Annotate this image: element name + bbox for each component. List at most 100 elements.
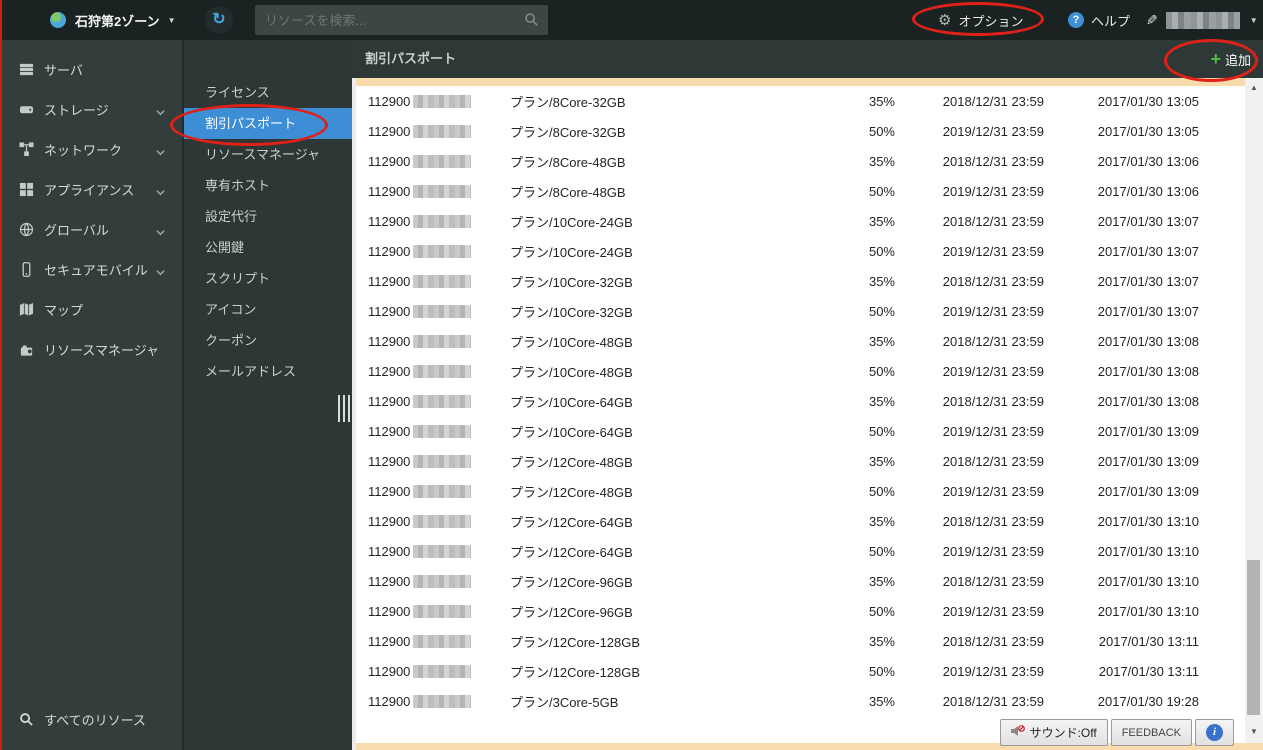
cell-created: 2017/01/30 13:06 xyxy=(1097,183,1199,199)
cell-resource-id: 112900 xyxy=(368,634,510,649)
table-row[interactable]: 112900 プラン/3Core-5GB 35% 2018/12/31 23:5… xyxy=(356,686,1245,716)
subsidebar-item[interactable]: ライセンス xyxy=(184,77,352,108)
sound-toggle-button[interactable]: サウンド:Off xyxy=(999,719,1108,746)
sound-label: サウンド:Off xyxy=(1029,726,1097,740)
scroll-down-arrow-icon[interactable]: ▼ xyxy=(1245,724,1263,740)
subsidebar-item[interactable]: メールアドレス xyxy=(184,356,352,387)
id-redacted-block xyxy=(413,694,472,708)
account-menu[interactable]: ✎ ▼ xyxy=(1146,0,1258,40)
cell-resource-id: 112900 xyxy=(368,184,510,199)
cell-expires: 2018/12/31 23:59 xyxy=(942,93,1044,109)
scroll-up-arrow-icon[interactable]: ▲ xyxy=(1245,80,1263,96)
options-button[interactable]: ⚙ オプション xyxy=(938,0,1023,40)
cell-discount: 50% xyxy=(868,243,895,259)
table-row[interactable]: 112900 プラン/10Core-48GB 50% 2019/12/31 23… xyxy=(356,356,1245,386)
cell-discount: 35% xyxy=(868,693,895,709)
help-button[interactable]: ? ヘルプ xyxy=(1068,0,1130,40)
server-icon xyxy=(18,61,34,77)
cell-resource-id: 112900 xyxy=(368,124,510,139)
sidebar-item[interactable]: グローバル xyxy=(0,209,182,249)
subsidebar-item[interactable]: 専有ホスト xyxy=(184,170,352,201)
sidebar-item[interactable]: ストレージ xyxy=(0,89,182,129)
table-row[interactable]: 112900 プラン/8Core-32GB 35% 2018/12/31 23:… xyxy=(356,86,1245,116)
subsidebar-item[interactable]: リソースマネージャ xyxy=(184,139,352,170)
refresh-icon: ↻ xyxy=(212,11,226,28)
id-redacted-block xyxy=(413,604,472,618)
sidebar-item-label: ストレージ xyxy=(44,102,109,118)
subsidebar-item[interactable]: スクリプト xyxy=(184,263,352,294)
id-redacted-block xyxy=(413,274,472,288)
zone-selector[interactable]: 石狩第2ゾーン ▼ xyxy=(50,0,176,40)
subsidebar-item[interactable]: 公開鍵 xyxy=(184,232,352,263)
add-button[interactable]: + 追加 xyxy=(1210,40,1251,78)
account-name-redacted xyxy=(1165,11,1240,29)
table-row[interactable]: 112900 プラン/12Core-64GB 50% 2019/12/31 23… xyxy=(356,536,1245,566)
subsidebar-item[interactable]: アイコン xyxy=(184,294,352,325)
table-row[interactable]: 112900 プラン/8Core-48GB 50% 2019/12/31 23:… xyxy=(356,176,1245,206)
chevron-down-icon xyxy=(155,224,166,242)
cell-resource-id: 112900 xyxy=(368,424,510,439)
cell-expires: 2018/12/31 23:59 xyxy=(942,333,1044,349)
sidebar-item-all-resources[interactable]: すべてのリソース xyxy=(0,699,182,739)
scrollbar-thumb[interactable] xyxy=(1247,560,1260,715)
sidebar-item[interactable]: サーバ xyxy=(0,49,182,89)
cell-resource-id: 112900 xyxy=(368,574,510,589)
subsidebar-item[interactable]: 設定代行 xyxy=(184,201,352,232)
cell-discount: 35% xyxy=(868,633,895,649)
subsidebar-item[interactable]: 割引パスポート xyxy=(184,108,352,139)
id-redacted-block xyxy=(413,454,472,468)
table-row[interactable]: 112900 プラン/10Core-32GB 35% 2018/12/31 23… xyxy=(356,266,1245,296)
cell-expires: 2018/12/31 23:59 xyxy=(942,213,1044,229)
cell-created: 2017/01/30 13:07 xyxy=(1097,213,1199,229)
sidebar-item[interactable]: アプライアンス xyxy=(0,169,182,209)
vertical-scrollbar[interactable]: ▲ ▼ xyxy=(1245,78,1263,750)
cell-resource-id: 112900 xyxy=(368,484,510,499)
feedback-button[interactable]: FEEDBACK xyxy=(1110,719,1192,746)
table-row[interactable]: 112900 プラン/8Core-32GB 50% 2019/12/31 23:… xyxy=(356,116,1245,146)
speaker-muted-icon xyxy=(1010,724,1025,741)
table-row[interactable]: 112900 プラン/10Core-24GB 35% 2018/12/31 23… xyxy=(356,206,1245,236)
table-row[interactable]: 112900 プラン/12Core-48GB 50% 2019/12/31 23… xyxy=(356,476,1245,506)
cell-expires: 2018/12/31 23:59 xyxy=(942,393,1044,409)
gear-icon: ⚙ xyxy=(938,12,952,29)
sidebar-item[interactable]: セキュアモバイル xyxy=(0,249,182,289)
table-row[interactable]: 112900 プラン/12Core-128GB 35% 2018/12/31 2… xyxy=(356,626,1245,656)
cell-plan: プラン/8Core-48GB xyxy=(510,154,626,170)
cell-expires: 2019/12/31 23:59 xyxy=(942,183,1044,199)
cell-discount: 35% xyxy=(868,393,895,409)
cell-plan: プラン/12Core-48GB xyxy=(510,454,633,470)
content-panel: 112900 プラン/8Core-32GB 35% 2018/12/31 23:… xyxy=(352,78,1263,750)
refresh-button[interactable]: ↻ xyxy=(205,6,233,34)
id-redacted-block xyxy=(413,334,472,348)
cell-resource-id: 112900 xyxy=(368,604,510,619)
cell-created: 2017/01/30 13:10 xyxy=(1097,573,1199,589)
sidebar-resize-grip[interactable] xyxy=(338,395,350,422)
cell-plan: プラン/10Core-32GB xyxy=(510,304,633,320)
table-row[interactable]: 112900 プラン/12Core-128GB 50% 2019/12/31 2… xyxy=(356,656,1245,686)
search-box[interactable] xyxy=(255,5,548,35)
sidebar-item[interactable]: ネットワーク xyxy=(0,129,182,169)
info-button[interactable]: i xyxy=(1195,719,1234,746)
table-row[interactable]: 112900 プラン/10Core-64GB 50% 2019/12/31 23… xyxy=(356,416,1245,446)
subsidebar-item[interactable]: クーポン xyxy=(184,325,352,356)
zone-globe-icon xyxy=(50,12,66,28)
cell-plan: プラン/10Core-64GB xyxy=(510,424,633,440)
info-icon: i xyxy=(1206,724,1223,741)
cell-plan: プラン/12Core-64GB xyxy=(510,544,633,560)
search-input[interactable] xyxy=(255,5,548,35)
table-row[interactable]: 112900 プラン/10Core-32GB 50% 2019/12/31 23… xyxy=(356,296,1245,326)
sidebar-item[interactable]: リソースマネージャ xyxy=(0,329,182,369)
table-row[interactable]: 112900 プラン/12Core-48GB 35% 2018/12/31 23… xyxy=(356,446,1245,476)
cell-created: 2017/01/30 13:08 xyxy=(1097,393,1199,409)
table-row[interactable]: 112900 プラン/12Core-64GB 35% 2018/12/31 23… xyxy=(356,506,1245,536)
table-row[interactable]: 112900 プラン/10Core-24GB 50% 2019/12/31 23… xyxy=(356,236,1245,266)
cell-expires: 2018/12/31 23:59 xyxy=(942,633,1044,649)
cell-plan: プラン/8Core-48GB xyxy=(510,184,626,200)
table-row[interactable]: 112900 プラン/10Core-64GB 35% 2018/12/31 23… xyxy=(356,386,1245,416)
sidebar-item[interactable]: マップ xyxy=(0,289,182,329)
table-row[interactable]: 112900 プラン/12Core-96GB 50% 2019/12/31 23… xyxy=(356,596,1245,626)
help-label: ヘルプ xyxy=(1091,13,1131,29)
table-row[interactable]: 112900 プラン/8Core-48GB 35% 2018/12/31 23:… xyxy=(356,146,1245,176)
table-row[interactable]: 112900 プラン/10Core-48GB 35% 2018/12/31 23… xyxy=(356,326,1245,356)
table-row[interactable]: 112900 プラン/12Core-96GB 35% 2018/12/31 23… xyxy=(356,566,1245,596)
